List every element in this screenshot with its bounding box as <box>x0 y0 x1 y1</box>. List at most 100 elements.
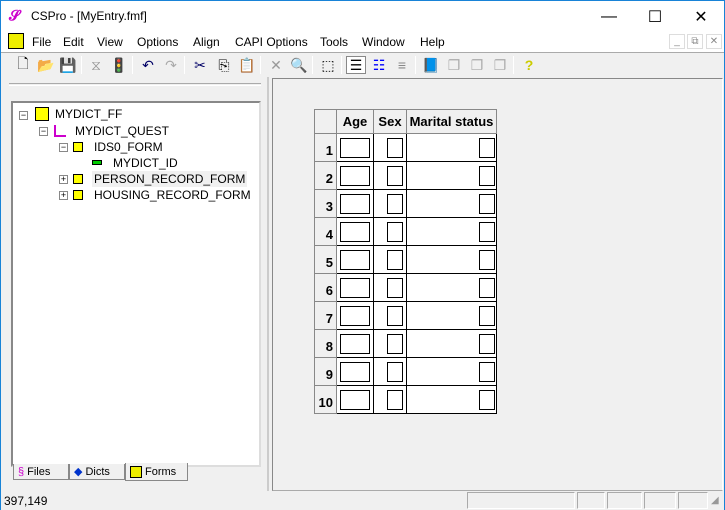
sex-field[interactable] <box>387 306 403 326</box>
generate-icon[interactable]: ⧖ <box>86 56 106 74</box>
age-cell[interactable] <box>336 301 374 330</box>
age-field[interactable] <box>340 194 370 214</box>
cut-icon[interactable]: ✂ <box>190 56 210 74</box>
menu-tools[interactable]: Tools <box>320 35 348 49</box>
menu-help[interactable]: Help <box>420 35 445 49</box>
age-field[interactable] <box>340 334 370 354</box>
menu-window[interactable]: Window <box>362 35 405 49</box>
mdi-minimize-button[interactable]: _ <box>669 34 685 49</box>
age-field[interactable] <box>340 222 370 242</box>
sex-field[interactable] <box>387 362 403 382</box>
run-icon[interactable]: 🚦 <box>109 56 129 74</box>
maximize-button[interactable]: ☐ <box>632 1 678 32</box>
sex-field[interactable] <box>387 166 403 186</box>
list-view-icon[interactable]: ≡ <box>392 56 412 74</box>
age-cell[interactable] <box>336 273 374 302</box>
marital-status-field[interactable] <box>479 138 495 158</box>
menu-options[interactable]: Options <box>137 35 178 49</box>
copy-icon[interactable]: ⎘ <box>214 56 234 74</box>
sex-cell[interactable] <box>373 357 407 386</box>
marital-status-cell[interactable] <box>406 273 497 302</box>
menu-align[interactable]: Align <box>193 35 220 49</box>
age-cell[interactable] <box>336 217 374 246</box>
form-view-icon[interactable]: ☷ <box>369 56 389 74</box>
redo-icon[interactable]: ↷ <box>161 56 181 74</box>
menu-view[interactable]: View <box>97 35 123 49</box>
forms-tree[interactable]: − MYDICT_FF − MYDICT_QUEST − IDS0_FORM M… <box>11 101 261 467</box>
open-icon[interactable]: 📂 <box>36 56 56 74</box>
tab-files[interactable]: § Files <box>13 464 69 480</box>
order-gray-icon[interactable]: ❐ <box>467 56 487 74</box>
new-icon[interactable]: 🗋 <box>13 55 33 74</box>
sex-cell[interactable] <box>373 189 407 218</box>
age-cell[interactable] <box>336 189 374 218</box>
marital-status-cell[interactable] <box>406 301 497 330</box>
tree-item-ids0-form[interactable]: IDS0_FORM <box>94 140 163 154</box>
collapse-icon[interactable]: − <box>19 111 28 120</box>
marital-status-cell[interactable] <box>406 385 497 414</box>
marital-status-field[interactable] <box>479 306 495 326</box>
marital-status-cell[interactable] <box>406 189 497 218</box>
marital-status-field[interactable] <box>479 278 495 298</box>
save-icon[interactable]: 💾 <box>58 56 78 74</box>
marital-status-cell[interactable] <box>406 217 497 246</box>
marital-status-cell[interactable] <box>406 245 497 274</box>
mdi-restore-button[interactable]: ⧉ <box>687 34 703 49</box>
sex-cell[interactable] <box>373 273 407 302</box>
age-cell[interactable] <box>336 385 374 414</box>
sex-field[interactable] <box>387 138 403 158</box>
sex-cell[interactable] <box>373 385 407 414</box>
tree-item-person-record-form[interactable]: PERSON_RECORD_FORM <box>92 171 248 187</box>
tree-item-housing-record-form[interactable]: HOUSING_RECORD_FORM <box>94 188 251 202</box>
sex-cell[interactable] <box>373 329 407 358</box>
marital-status-cell[interactable] <box>406 133 497 162</box>
sex-cell[interactable] <box>373 133 407 162</box>
undo-icon[interactable]: ↶ <box>138 56 158 74</box>
close-button[interactable]: ✕ <box>678 1 724 32</box>
sex-field[interactable] <box>387 278 403 298</box>
sex-cell[interactable] <box>373 161 407 190</box>
expand-icon[interactable]: + <box>59 175 68 184</box>
age-field[interactable] <box>340 250 370 270</box>
marital-status-cell[interactable] <box>406 329 497 358</box>
table-gray-icon[interactable]: ❐ <box>490 56 510 74</box>
menu-capi-options[interactable]: CAPI Options <box>235 35 308 49</box>
resize-grip-icon[interactable]: ◢ <box>711 495 719 506</box>
age-cell[interactable] <box>336 133 374 162</box>
marital-status-field[interactable] <box>479 362 495 382</box>
forms-gray-icon[interactable]: ❐ <box>444 56 464 74</box>
age-field[interactable] <box>340 306 370 326</box>
minimize-button[interactable]: — <box>586 1 632 32</box>
marital-status-cell[interactable] <box>406 357 497 386</box>
age-cell[interactable] <box>336 329 374 358</box>
expand-icon[interactable]: + <box>59 191 68 200</box>
delete-icon[interactable]: ✕ <box>266 56 286 74</box>
marital-status-field[interactable] <box>479 334 495 354</box>
sex-field[interactable] <box>387 250 403 270</box>
sex-cell[interactable] <box>373 217 407 246</box>
marital-status-field[interactable] <box>479 222 495 242</box>
menu-edit[interactable]: Edit <box>63 35 84 49</box>
collapse-icon[interactable]: − <box>59 143 68 152</box>
tab-dicts[interactable]: ◆ Dicts <box>69 464 125 480</box>
tree-item-mydict-id[interactable]: MYDICT_ID <box>113 156 178 170</box>
age-field[interactable] <box>340 166 370 186</box>
tab-forms[interactable]: Forms <box>125 463 188 481</box>
help-icon[interactable]: ? <box>519 56 539 74</box>
sex-cell[interactable] <box>373 245 407 274</box>
paste-icon[interactable]: 📋 <box>237 56 257 74</box>
column-header-sex[interactable]: Sex <box>373 109 407 134</box>
age-cell[interactable] <box>336 357 374 386</box>
collapse-icon[interactable]: − <box>39 127 48 136</box>
marital-status-field[interactable] <box>479 390 495 410</box>
dictionary-icon[interactable]: 📘 <box>421 56 441 74</box>
column-header-marital-status[interactable]: Marital status <box>406 109 497 134</box>
age-field[interactable] <box>340 390 370 410</box>
sex-field[interactable] <box>387 334 403 354</box>
mdi-close-button[interactable]: ✕ <box>706 34 722 49</box>
sex-cell[interactable] <box>373 301 407 330</box>
roster-grid[interactable]: Age Sex Marital status 1 2 3 4 5 6 7 8 9… <box>314 109 497 414</box>
logic-view-icon[interactable]: ☰ <box>346 56 366 74</box>
sex-field[interactable] <box>387 194 403 214</box>
age-field[interactable] <box>340 278 370 298</box>
